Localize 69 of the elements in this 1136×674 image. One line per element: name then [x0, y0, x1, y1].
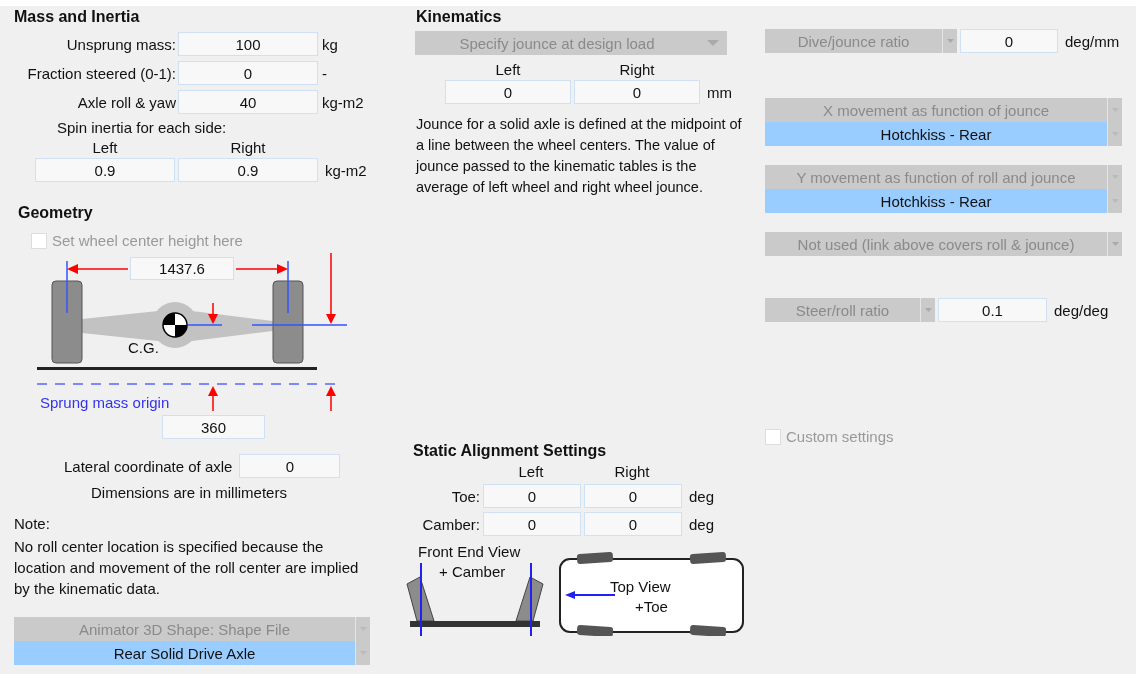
input-field[interactable]: 0: [178, 61, 318, 85]
dimension-arrow: [326, 252, 336, 324]
diagram-label: C.G.: [128, 339, 159, 356]
column-header: Right: [613, 463, 651, 480]
section-heading: Kinematics: [416, 7, 502, 27]
input-field[interactable]: 360: [162, 415, 265, 439]
input-field[interactable]: 0: [239, 454, 341, 478]
column-header: Left: [91, 139, 119, 156]
column-header: Left: [517, 463, 545, 480]
units-note: Dimensions are in millimeters: [91, 484, 287, 501]
center-of-gravity-icon: [162, 312, 188, 338]
dimension-arrow: [208, 302, 218, 324]
input-field[interactable]: 0: [445, 80, 571, 104]
reference-line: [187, 324, 223, 326]
input-field[interactable]: 0.9: [35, 158, 175, 182]
reference-line: [287, 260, 289, 314]
dimension-arrow: [326, 386, 336, 412]
input-field[interactable]: 0: [584, 512, 682, 536]
reference-line: [66, 260, 68, 314]
dropdown[interactable]: Hotchkiss - Rear: [765, 189, 1122, 213]
column-header: Left: [494, 61, 522, 78]
unit-label: -: [322, 64, 327, 82]
diagram-label: +Toe: [635, 598, 668, 615]
section-heading: Mass and Inertia: [14, 7, 140, 27]
dimension-arrow: [208, 386, 218, 412]
diagram-label: Front End View: [418, 543, 521, 560]
input-field[interactable]: 0: [483, 512, 581, 536]
caret-icon: [707, 40, 719, 46]
section-heading: Geometry: [18, 203, 93, 223]
input-field[interactable]: 0.9: [178, 158, 318, 182]
diagram-label: Top View: [610, 578, 671, 595]
dropdown[interactable]: Rear Solid Drive Axle: [14, 641, 370, 665]
input-field[interactable]: 0: [584, 484, 682, 508]
note-text: No roll center location is specified because the location and movement of the roll center are implied by the kinematic data.: [14, 537, 360, 599]
dimension-arrow: [67, 264, 129, 274]
field-label: Unsprung mass:: [65, 35, 176, 53]
field-label: Lateral coordinate of axle: [64, 457, 233, 475]
unit-label: deg: [689, 487, 715, 505]
unit-label: deg/deg: [1054, 301, 1109, 319]
unit-label: deg: [689, 515, 715, 533]
caret-icon: [946, 39, 954, 43]
section-heading: Static Alignment Settings: [413, 441, 607, 461]
input-field[interactable]: 100: [178, 32, 318, 56]
unit-label: mm: [707, 83, 732, 101]
checkbox-label: Custom settings: [786, 428, 894, 445]
description-text: Jounce for a solid axle is defined at the midpoint of a line between the wheel centers. The value of jounce passed to the kinematic tables is the average of left wheel and right wheel jounce.: [416, 115, 743, 197]
checkbox-label: Set wheel center height here: [52, 232, 243, 249]
dropdown[interactable]: Hotchkiss - Rear: [765, 122, 1122, 146]
field-label: Toe:: [450, 487, 480, 505]
field-label: Camber:: [421, 515, 480, 533]
field-label: Axle roll & yaw: [76, 93, 176, 111]
diagram-label: + Camber: [439, 563, 506, 580]
column-header: Right: [229, 139, 267, 156]
unit-label: kg-m2: [322, 93, 364, 111]
caret-icon: [924, 308, 932, 312]
diagram-label: Sprung mass origin: [40, 394, 170, 411]
column-header: Right: [618, 61, 656, 78]
unit-label: deg/mm: [1065, 32, 1120, 50]
field-label: Fraction steered (0-1):: [26, 64, 176, 82]
input-field[interactable]: 1437.6: [130, 257, 234, 280]
unit-label: kg-m2: [325, 161, 367, 179]
dimension-arrow: [235, 264, 288, 274]
input-field[interactable]: 0: [483, 484, 581, 508]
caret-icon: [1111, 242, 1119, 246]
note-title: Note:: [14, 515, 50, 532]
field-label: Spin inertia for each side:: [57, 119, 227, 136]
input-field[interactable]: 0: [574, 80, 700, 104]
input-field[interactable]: 40: [178, 90, 318, 114]
unit-label: kg: [322, 35, 338, 53]
